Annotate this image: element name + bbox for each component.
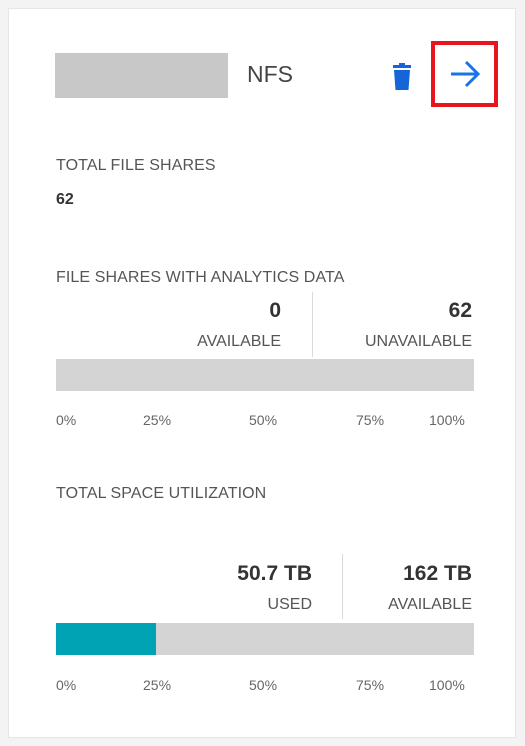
space-available-value: 162 TB (403, 562, 472, 585)
file-share-card: NFS TOTAL FILE SHARES 62 FILE SHARES WIT… (8, 8, 516, 738)
open-details-button[interactable] (431, 41, 498, 107)
tick-25: 25% (143, 412, 172, 428)
total-file-shares-label: TOTAL FILE SHARES (56, 157, 216, 174)
delete-button[interactable] (389, 61, 415, 93)
tick-0: 0% (56, 412, 77, 428)
analytics-progress-bar (56, 359, 474, 391)
space-used-value: 50.7 TB (237, 562, 312, 585)
tick-100: 100% (429, 677, 465, 693)
analytics-unavailable-value: 62 (448, 299, 472, 322)
tick-50: 50% (249, 412, 278, 428)
space-used-label: USED (267, 596, 312, 613)
space-ticks: 0% 25% 50% 75% 100% (56, 677, 474, 697)
space-progress-bar (56, 623, 474, 655)
space-available-label: AVAILABLE (388, 596, 472, 613)
tick-50: 50% (249, 677, 278, 693)
space-progress-fill (56, 623, 157, 655)
tick-25: 25% (143, 677, 172, 693)
trash-icon (393, 63, 411, 90)
analytics-unavailable-label: UNAVAILABLE (364, 333, 472, 350)
tick-100: 100% (429, 412, 465, 428)
total-file-shares-value: 62 (56, 191, 74, 208)
analytics-divider (312, 292, 313, 357)
protocol-label: NFS (247, 61, 293, 87)
analytics-ticks: 0% 25% 50% 75% 100% (56, 412, 474, 432)
space-utilization-label: TOTAL SPACE UTILIZATION (56, 485, 267, 502)
analytics-label: FILE SHARES WITH ANALYTICS DATA (56, 269, 345, 286)
tick-75: 75% (356, 677, 385, 693)
analytics-available-value: 0 (269, 299, 281, 322)
arrow-right-icon (450, 60, 480, 88)
tick-75: 75% (356, 412, 385, 428)
tick-0: 0% (56, 677, 77, 693)
redacted-name (55, 53, 228, 98)
analytics-available-label: AVAILABLE (197, 333, 281, 350)
